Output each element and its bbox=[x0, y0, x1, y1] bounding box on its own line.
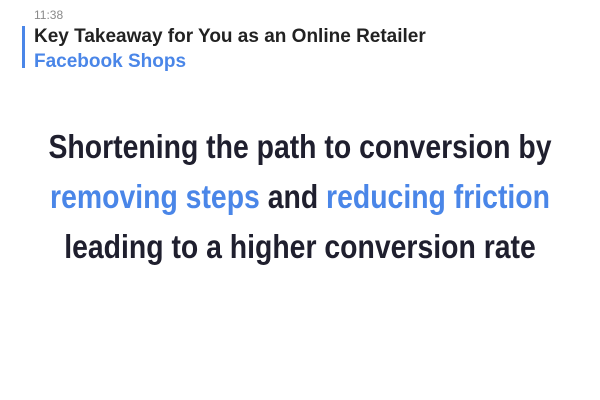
headline-connector: and bbox=[259, 178, 327, 215]
highlight-reducing-friction: reducing friction bbox=[326, 178, 550, 215]
slide-subtitle: Facebook Shops bbox=[34, 51, 187, 72]
header-accent-bar bbox=[22, 26, 25, 68]
key-takeaway-headline: Shortening the path to conversion by rem… bbox=[42, 122, 558, 272]
headline-line-2: removing steps and reducing friction bbox=[42, 172, 558, 222]
slide-title: Key Takeaway for You as an Online Retail… bbox=[34, 26, 426, 47]
slide-page: 11:38 Key Takeaway for You as an Online … bbox=[0, 0, 600, 400]
timestamp: 11:38 bbox=[34, 8, 64, 22]
headline-line-3: leading to a higher conversion rate bbox=[64, 228, 536, 265]
highlight-removing-steps: removing steps bbox=[50, 178, 260, 215]
headline-line-1: Shortening the path to conversion by bbox=[48, 128, 552, 165]
